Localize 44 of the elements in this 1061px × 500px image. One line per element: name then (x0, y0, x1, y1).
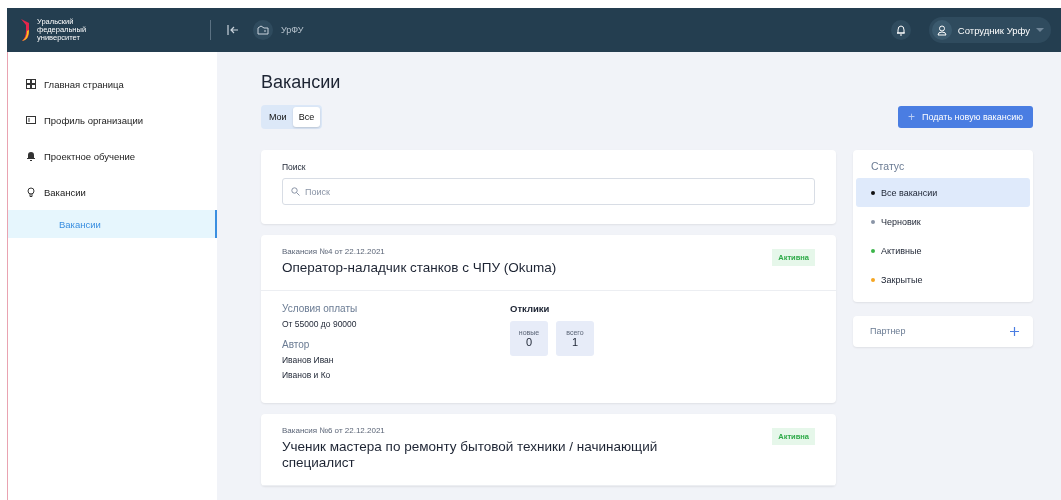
status-filter-label: Черновик (881, 216, 921, 227)
status-filter-label: Все вакансии (881, 187, 938, 198)
status-filter-item[interactable]: Активные (856, 236, 1030, 265)
user-icon (936, 24, 947, 36)
status-filter-item[interactable]: Все вакансии (856, 178, 1030, 207)
bell-icon (895, 24, 906, 36)
author-value: Иванов Иван (282, 355, 335, 365)
sidebar-item[interactable]: Главная страница (8, 66, 217, 102)
add-icon[interactable] (1010, 326, 1019, 336)
search-icon (291, 187, 300, 196)
nav-icon (26, 115, 36, 125)
search-field[interactable]: Поиск (282, 178, 815, 205)
status-filter-label: Активные (881, 245, 922, 256)
tab[interactable]: Все (292, 107, 321, 127)
author-value: Иванов и Ко (282, 370, 332, 380)
vacancy-meta: Вакансия №6 от 22.12.2021 (282, 426, 386, 435)
plus-icon: + (907, 110, 915, 124)
tab[interactable]: Мои (263, 107, 293, 127)
author-label: Автор (282, 339, 311, 350)
filter-title: Статус (870, 160, 906, 174)
vacancy-title[interactable]: Оператор-наладчик станков с ЧПУ (Okuma) (282, 260, 557, 276)
notifications-button[interactable] (890, 20, 911, 40)
vacancy-title[interactable]: Ученик мастера по ремонту бытовой техники / начинающий специалист (282, 439, 702, 471)
collapse-icon[interactable] (227, 25, 239, 35)
sidebar-item[interactable]: Профиль организации (8, 102, 217, 138)
pay-label: Условия оплаты (282, 303, 359, 314)
nav-icon (26, 151, 36, 161)
vacancy-meta: Вакансия №4 от 22.12.2021 (282, 247, 386, 256)
sidebar-item[interactable]: Вакансии (8, 174, 217, 210)
pay-value: От 55000 до 90000 (282, 319, 358, 329)
search-label: Поиск (282, 162, 307, 172)
page-title: Вакансии (261, 72, 342, 93)
status-filter-item[interactable]: Черновик (856, 207, 1030, 236)
status-filter-label: Закрытые (881, 274, 923, 285)
status-filter-item[interactable]: Закрытые (856, 265, 1030, 294)
new-vacancy-button[interactable]: + Подать новую вакансию (897, 106, 1033, 128)
nav-icon (26, 187, 36, 197)
responses-label: Отклики (510, 303, 551, 314)
nav-icon (26, 79, 36, 89)
partner-label: Партнер (870, 326, 906, 336)
sidebar-item[interactable]: Проектное обучение (8, 138, 217, 174)
caret-icon (1036, 27, 1044, 33)
user-menu-button[interactable]: Сотрудник Урфу (928, 17, 1051, 43)
organization-name: УрФУ (281, 25, 304, 35)
